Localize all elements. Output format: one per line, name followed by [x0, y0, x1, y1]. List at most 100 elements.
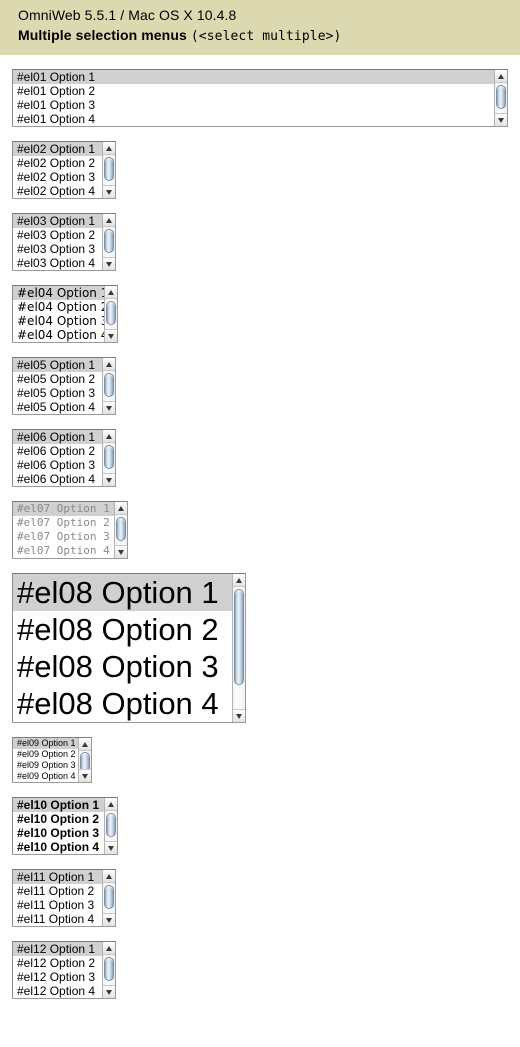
triangle-up-icon[interactable]	[233, 574, 245, 587]
triangle-up-icon[interactable]	[105, 798, 117, 811]
option-item[interactable]: #el04 Option 3	[13, 314, 104, 328]
scrollbar-el06[interactable]	[102, 430, 115, 486]
option-item[interactable]: #el07 Option 2	[13, 516, 114, 530]
option-item[interactable]: #el12 Option 1	[13, 942, 102, 956]
option-item[interactable]: #el08 Option 4	[13, 685, 232, 722]
triangle-down-icon[interactable]	[105, 329, 117, 342]
option-item[interactable]: #el03 Option 3	[13, 242, 102, 256]
triangle-up-icon[interactable]	[495, 70, 507, 83]
triangle-up-icon[interactable]	[103, 430, 115, 443]
scrollbar-thumb[interactable]	[234, 589, 244, 685]
option-item[interactable]: #el12 Option 3	[13, 970, 102, 984]
scrollbar-el09[interactable]	[78, 738, 91, 782]
option-item[interactable]: #el11 Option 1	[13, 870, 102, 884]
scrollbar-thumb[interactable]	[104, 957, 114, 981]
option-item[interactable]: #el01 Option 1	[13, 70, 494, 84]
scrollbar-thumb[interactable]	[104, 229, 114, 253]
triangle-down-icon[interactable]	[495, 113, 507, 126]
triangle-down-icon[interactable]	[79, 769, 91, 782]
scrollbar-el04[interactable]	[104, 286, 117, 342]
option-item[interactable]: #el10 Option 1	[13, 798, 104, 812]
triangle-up-icon[interactable]	[105, 286, 117, 299]
option-item[interactable]: #el02 Option 4	[13, 184, 102, 198]
option-item[interactable]: #el10 Option 2	[13, 812, 104, 826]
option-item[interactable]: #el08 Option 1	[13, 574, 232, 611]
option-item[interactable]: #el01 Option 2	[13, 84, 494, 98]
scrollbar-el05[interactable]	[102, 358, 115, 414]
scrollbar-el08[interactable]	[232, 574, 245, 722]
triangle-down-icon[interactable]	[233, 709, 245, 722]
option-item[interactable]: #el07 Option 4	[13, 544, 114, 558]
triangle-up-icon[interactable]	[103, 358, 115, 371]
option-item[interactable]: #el05 Option 3	[13, 386, 102, 400]
option-item[interactable]: #el05 Option 1	[13, 358, 102, 372]
triangle-down-icon[interactable]	[103, 473, 115, 486]
scrollbar-thumb[interactable]	[496, 85, 506, 109]
option-item[interactable]: #el12 Option 2	[13, 956, 102, 970]
option-item[interactable]: #el11 Option 2	[13, 884, 102, 898]
option-item[interactable]: #el09 Option 4	[13, 771, 78, 782]
option-item[interactable]: #el01 Option 4	[13, 112, 494, 126]
option-item[interactable]: #el08 Option 2	[13, 611, 232, 648]
scrollbar-thumb[interactable]	[106, 813, 116, 837]
select-multiple-el10[interactable]: #el10 Option 1 #el10 Option 2 #el10 Option…	[12, 797, 118, 855]
select-multiple-el11[interactable]: #el11 Option 1 #el11 Option 2 #el11 Option…	[12, 869, 116, 927]
triangle-down-icon[interactable]	[103, 185, 115, 198]
scrollbar-thumb[interactable]	[104, 157, 114, 181]
option-item[interactable]: #el10 Option 3	[13, 826, 104, 840]
option-item[interactable]: #el07 Option 3	[13, 530, 114, 544]
scrollbar-thumb[interactable]	[104, 885, 114, 909]
option-item[interactable]: #el05 Option 2	[13, 372, 102, 386]
select-multiple-el02[interactable]: #el02 Option 1 #el02 Option 2 #el02 Option…	[12, 141, 116, 199]
scrollbar-el02[interactable]	[102, 142, 115, 198]
triangle-down-icon[interactable]	[103, 401, 115, 414]
select-multiple-el12[interactable]: #el12 Option 1 #el12 Option 2 #el12 Option…	[12, 941, 116, 999]
option-item[interactable]: #el09 Option 2	[13, 749, 78, 760]
scrollbar-el11[interactable]	[102, 870, 115, 926]
select-multiple-el01[interactable]: #el01 Option 1 #el01 Option 2 #el01 Option…	[12, 69, 508, 127]
select-multiple-el04[interactable]: #el04 Option 1 #el04 Option 2 #el04 Option…	[12, 285, 118, 343]
option-item[interactable]: #el09 Option 1	[13, 738, 78, 749]
scrollbar-thumb[interactable]	[116, 517, 126, 541]
triangle-up-icon[interactable]	[103, 942, 115, 955]
scrollbar-el01[interactable]	[494, 70, 507, 126]
scrollbar-el03[interactable]	[102, 214, 115, 270]
triangle-down-icon[interactable]	[103, 913, 115, 926]
triangle-up-icon[interactable]	[115, 502, 127, 515]
option-item[interactable]: #el05 Option 4	[13, 400, 102, 414]
select-multiple-el07[interactable]: #el07 Option 1 #el07 Option 2 #el07 Option…	[12, 501, 128, 559]
option-item[interactable]: #el02 Option 2	[13, 156, 102, 170]
scrollbar-thumb[interactable]	[104, 373, 114, 397]
scrollbar-el12[interactable]	[102, 942, 115, 998]
option-item[interactable]: #el02 Option 1	[13, 142, 102, 156]
option-item[interactable]: #el04 Option 4	[13, 328, 104, 342]
option-item[interactable]: #el06 Option 4	[13, 472, 102, 486]
option-item[interactable]: #el04 Option 2	[13, 300, 104, 314]
option-item[interactable]: #el07 Option 1	[13, 502, 114, 516]
triangle-up-icon[interactable]	[79, 738, 91, 751]
option-item[interactable]: #el11 Option 4	[13, 912, 102, 926]
scrollbar-thumb[interactable]	[106, 301, 116, 325]
option-item[interactable]: #el03 Option 1	[13, 214, 102, 228]
option-item[interactable]: #el04 Option 1	[13, 286, 104, 300]
option-item[interactable]: #el09 Option 3	[13, 760, 78, 771]
triangle-up-icon[interactable]	[103, 142, 115, 155]
option-item[interactable]: #el03 Option 4	[13, 256, 102, 270]
option-item[interactable]: #el10 Option 4	[13, 840, 104, 854]
select-multiple-el08[interactable]: #el08 Option 1 #el08 Option 2 #el08 Option…	[12, 573, 246, 723]
triangle-down-icon[interactable]	[115, 545, 127, 558]
option-item[interactable]: #el08 Option 3	[13, 648, 232, 685]
option-item[interactable]: #el11 Option 3	[13, 898, 102, 912]
scrollbar-el07[interactable]	[114, 502, 127, 558]
select-multiple-el05[interactable]: #el05 Option 1 #el05 Option 2 #el05 Option…	[12, 357, 116, 415]
select-multiple-el03[interactable]: #el03 Option 1 #el03 Option 2 #el03 Option…	[12, 213, 116, 271]
scrollbar-el10[interactable]	[104, 798, 117, 854]
option-item[interactable]: #el12 Option 4	[13, 984, 102, 998]
option-item[interactable]: #el06 Option 2	[13, 444, 102, 458]
triangle-down-icon[interactable]	[103, 985, 115, 998]
scrollbar-thumb[interactable]	[104, 445, 114, 469]
triangle-down-icon[interactable]	[105, 841, 117, 854]
option-item[interactable]: #el06 Option 3	[13, 458, 102, 472]
option-item[interactable]: #el02 Option 3	[13, 170, 102, 184]
select-multiple-el09[interactable]: #el09 Option 1 #el09 Option 2 #el09 Option…	[12, 737, 92, 783]
